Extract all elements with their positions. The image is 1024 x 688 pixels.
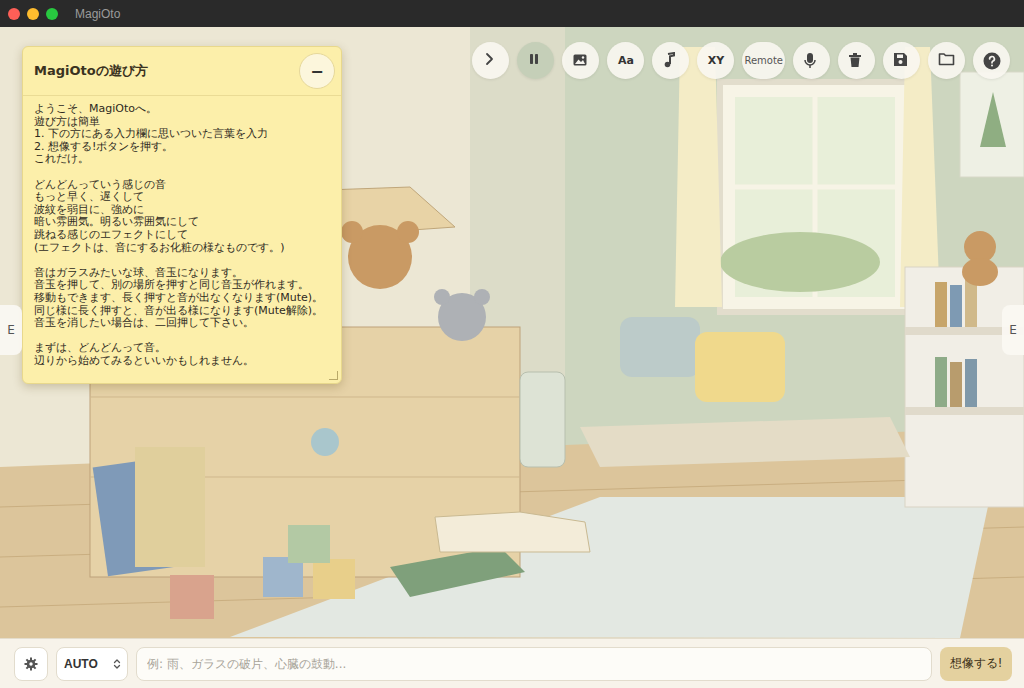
zoom-button[interactable] <box>46 8 58 20</box>
left-edge-tab[interactable]: E <box>0 305 22 355</box>
guide-line: これだけ。 <box>34 153 333 166</box>
guide-note[interactable]: MagiOtoの遊び方 − ようこそ、MagiOtoへ。遊び方は簡単1. 下の方にあ… <box>22 46 342 384</box>
guide-line: ようこそ、MagiOtoへ。 <box>34 103 333 116</box>
remote-button[interactable]: Remote <box>742 42 785 79</box>
mode-select[interactable]: AUTO <box>56 647 128 681</box>
toolbar-content <box>572 52 590 70</box>
guide-line: 音はガラスみたいな球、音玉になります。 <box>34 267 333 280</box>
bottom-bar: AUTO 想像する! <box>0 638 1024 688</box>
mode-value: AUTO <box>64 657 98 671</box>
guide-line: 跳ねる感じのエフェクトにして <box>34 229 333 242</box>
guide-paragraph: どんどんっていう感じの音もっと早く、遅くして波紋を弱目に、強めに暗い雰囲気。明る… <box>34 179 333 255</box>
guide-line: 同じ様に長く押すと、音が出る様になります(Mute解除)。 <box>34 305 333 318</box>
guide-body: ようこそ、MagiOtoへ。遊び方は簡単1. 下の方にある入力欄に思いついた言葉… <box>23 96 341 383</box>
settings-button[interactable] <box>14 647 48 681</box>
close-button[interactable] <box>8 8 20 20</box>
guide-line: 音玉を消したい場合は、二回押して下さい。 <box>34 317 333 330</box>
toolbar-content: XY <box>708 54 724 67</box>
imagine-button[interactable]: 想像する! <box>940 647 1012 681</box>
toolbar: Aa XY Remote <box>472 42 1010 79</box>
guide-line: 遊び方は簡単 <box>34 116 333 129</box>
expand-icon <box>482 52 500 70</box>
guide-line: 波紋を弱目に、強めに <box>34 204 333 217</box>
guide-line: 移動もできます、長く押すと音が出なくなります(Mute)。 <box>34 292 333 305</box>
toolbar-content <box>893 52 911 70</box>
toolbar-label: XY <box>708 54 724 67</box>
guide-paragraph: ようこそ、MagiOtoへ。遊び方は簡単1. 下の方にある入力欄に思いついた言葉… <box>34 103 333 166</box>
chevron-updown-icon <box>113 658 121 670</box>
guide-line: (エフェクトは、音にするお化粧の様なものです。) <box>34 242 333 255</box>
guide-line: どんどんっていう感じの音 <box>34 179 333 192</box>
guide-line: 1. 下の方にある入力欄に思いついた言葉を入力 <box>34 128 333 141</box>
xy-button[interactable]: XY <box>697 42 734 79</box>
guide-title: MagiOtoの遊び方 <box>34 62 148 80</box>
guide-paragraph: まずは、どんどんって音。辺りから始めてみるといいかもしれません。 <box>34 342 333 367</box>
toolbar-content <box>983 52 1001 70</box>
save-button[interactable] <box>883 42 920 79</box>
right-edge-tab[interactable]: E <box>1002 305 1024 355</box>
toolbar-content: Remote <box>744 55 783 66</box>
guide-line: 2. 想像する!ボタンを押す。 <box>34 141 333 154</box>
guide-line: 辺りから始めてみるといいかもしれません。 <box>34 355 333 368</box>
background-button[interactable] <box>562 42 599 79</box>
canvas[interactable]: MagiOtoの遊び方 − ようこそ、MagiOtoへ。遊び方は簡単1. 下の方にあ… <box>0 27 1024 638</box>
minimize-button[interactable] <box>27 8 39 20</box>
microphone-icon <box>803 52 821 70</box>
open-button[interactable] <box>928 42 965 79</box>
music-note-icon <box>662 52 680 70</box>
minimize-guide-button[interactable]: − <box>299 53 335 89</box>
toolbar-content: Aa <box>618 54 634 67</box>
toolbar-label: Aa <box>618 54 634 67</box>
help-button[interactable] <box>973 42 1010 79</box>
guide-line: まずは、どんどんって音。 <box>34 342 333 355</box>
guide-paragraph: 音はガラスみたいな球、音玉になります。音玉を押して、別の場所を押すと同じ音玉が作… <box>34 267 333 330</box>
pause-button[interactable] <box>517 42 554 79</box>
mic-button[interactable] <box>793 42 830 79</box>
image-icon <box>572 52 590 70</box>
expand-button[interactable] <box>472 42 509 79</box>
trash-icon <box>848 52 866 70</box>
toolbar-content <box>938 52 956 70</box>
guide-line: 暗い雰囲気。明るい雰囲気にして <box>34 216 333 229</box>
prompt-input[interactable] <box>136 647 932 681</box>
toolbar-content <box>527 52 545 70</box>
delete-button[interactable] <box>838 42 875 79</box>
guide-header[interactable]: MagiOtoの遊び方 − <box>23 47 341 96</box>
toolbar-content <box>662 52 680 70</box>
font-button[interactable]: Aa <box>607 42 644 79</box>
guide-line: もっと早く、遅くして <box>34 191 333 204</box>
resize-handle[interactable] <box>329 371 338 380</box>
window-title: MagiOto <box>75 7 120 21</box>
save-icon <box>893 52 911 70</box>
toolbar-content <box>848 52 866 70</box>
folder-icon <box>938 52 956 70</box>
sound-button[interactable] <box>652 42 689 79</box>
gear-icon <box>24 657 38 671</box>
toolbar-content <box>482 52 500 70</box>
guide-line: 音玉を押して、別の場所を押すと同じ音玉が作れます。 <box>34 279 333 292</box>
pause-icon <box>527 52 545 70</box>
toolbar-label: Remote <box>744 55 783 66</box>
toolbar-content <box>803 52 821 70</box>
title-bar: MagiOto <box>0 0 1024 27</box>
help-icon <box>983 52 1001 70</box>
